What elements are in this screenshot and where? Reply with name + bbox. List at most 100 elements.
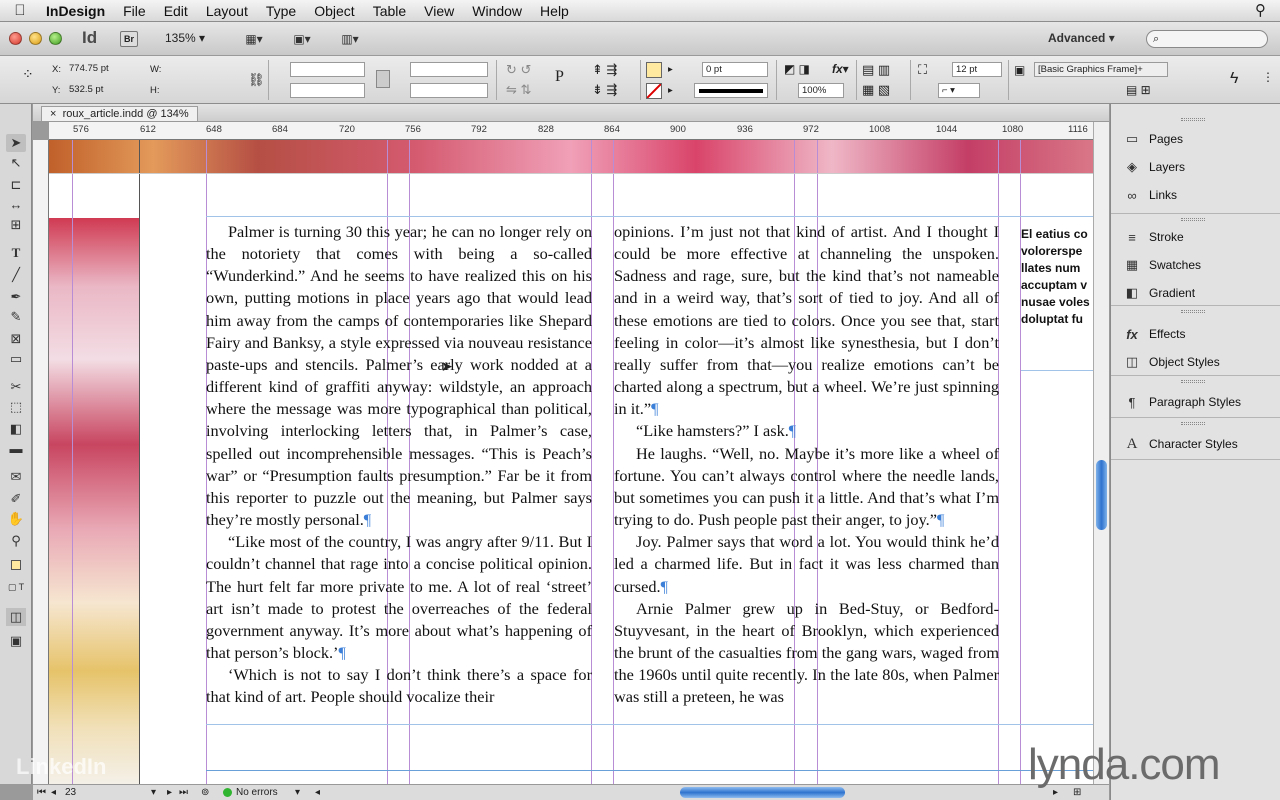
drop-shadow-icon[interactable]: ◩ ◨: [784, 62, 810, 76]
y-position-field[interactable]: 532.5 pt: [66, 83, 144, 98]
apple-icon[interactable]: : [0, 2, 40, 19]
scissors-tool-icon[interactable]: ✂: [6, 378, 26, 396]
panel-menu-icon[interactable]: ⋮: [1262, 70, 1274, 84]
menu-view[interactable]: View: [415, 0, 463, 22]
rectangle-tool-icon[interactable]: ▭: [6, 350, 26, 368]
side-artwork-image[interactable]: [49, 218, 139, 784]
close-icon[interactable]: ×: [50, 108, 56, 120]
stroke-menu-chevron-icon[interactable]: ▸: [668, 85, 673, 96]
effects-fx-icon[interactable]: fx▾: [832, 62, 849, 76]
quick-apply-icon[interactable]: ϟ: [1230, 70, 1238, 88]
corner-options-select[interactable]: ⌐ ▾: [938, 83, 980, 98]
flip-icon[interactable]: ⇋ ⇅: [506, 82, 531, 98]
fitting-icon[interactable]: ⛶: [918, 62, 927, 78]
menu-file[interactable]: File: [114, 0, 155, 22]
selection-tool-icon[interactable]: ➤: [6, 134, 26, 152]
panel-tab-links[interactable]: ∞ Links: [1121, 184, 1177, 206]
panel-tab-paragraph-styles[interactable]: ¶ Paragraph Styles: [1121, 391, 1242, 413]
scroll-left-icon[interactable]: ◂: [315, 785, 320, 800]
reference-point-icon[interactable]: ⁘: [22, 66, 34, 83]
formatting-affects-icon[interactable]: ▢ T: [6, 578, 26, 596]
zoom-level-select[interactable]: 135% ▾: [165, 31, 205, 45]
direct-selection-tool-icon[interactable]: ↖: [6, 154, 26, 172]
page-tool-icon[interactable]: ⊏: [6, 176, 26, 194]
menu-type[interactable]: Type: [257, 0, 305, 22]
help-search-input[interactable]: ⌕: [1146, 30, 1268, 48]
page-number-field[interactable]: 23: [65, 785, 76, 800]
scale-y-field[interactable]: [290, 83, 365, 98]
fill-stroke-swatches-icon[interactable]: [6, 558, 26, 576]
minimize-window-button[interactable]: [29, 32, 42, 45]
height-field[interactable]: [164, 83, 240, 98]
last-page-icon[interactable]: ⏭: [179, 785, 188, 800]
panel-tab-gradient[interactable]: ◧ Gradient: [1121, 282, 1195, 304]
object-style-select[interactable]: [Basic Graphics Frame]+: [1034, 62, 1168, 77]
select-content-icon[interactable]: ⇟ ⇶: [592, 82, 617, 98]
panel-tab-layers[interactable]: ◈ Layers: [1121, 156, 1185, 178]
workspace-switcher[interactable]: Advanced ▾: [1048, 31, 1115, 45]
content-collector-icon[interactable]: ⊞: [6, 216, 26, 234]
pencil-tool-icon[interactable]: ✎: [6, 308, 26, 326]
shear-field[interactable]: [410, 83, 488, 98]
panel-tab-pages[interactable]: ▭ Pages: [1121, 128, 1183, 150]
panel-grip-icon[interactable]: [1181, 118, 1205, 121]
screen-mode-button[interactable]: ▣▾: [284, 30, 320, 48]
menu-object[interactable]: Object: [305, 0, 363, 22]
menu-edit[interactable]: Edit: [155, 0, 197, 22]
hand-tool-icon[interactable]: ✋: [6, 510, 26, 528]
x-position-field[interactable]: 774.75 pt: [66, 62, 144, 77]
menu-window[interactable]: Window: [463, 0, 531, 22]
horizontal-ruler[interactable]: 576 612 648 684 720 756 792 828 864 900 …: [49, 122, 1093, 140]
gap-tool-icon[interactable]: ↔: [6, 196, 26, 214]
document-page[interactable]: Palmer is turning 30 this year; he can n…: [49, 140, 1093, 784]
rotation-field[interactable]: [410, 62, 488, 77]
panel-tab-effects[interactable]: fx Effects: [1121, 323, 1185, 345]
article-column-1[interactable]: Palmer is turning 30 this year; he can n…: [206, 221, 592, 708]
page-menu-chevron-icon[interactable]: ▾: [151, 785, 156, 800]
menu-layout[interactable]: Layout: [197, 0, 257, 22]
opacity-field[interactable]: 100%: [798, 83, 844, 98]
panel-tab-stroke[interactable]: ≡ Stroke: [1121, 226, 1183, 248]
open-document-icon[interactable]: ⊚: [201, 785, 209, 800]
article-column-2[interactable]: opinions. I’m just not that kind of arti…: [614, 221, 999, 708]
select-container-icon[interactable]: ⇞ ⇶: [592, 62, 617, 78]
free-transform-tool-icon[interactable]: ⬚: [6, 398, 26, 416]
gradient-swatch-tool-icon[interactable]: ◧: [6, 420, 26, 438]
constrain-scale-icon[interactable]: [376, 70, 390, 88]
clear-overrides-icon[interactable]: ▤ ⊞: [1126, 83, 1151, 97]
stroke-type-select[interactable]: [694, 83, 768, 98]
arrange-documents-button[interactable]: ▥▾: [332, 30, 368, 48]
bridge-button[interactable]: Br: [120, 31, 138, 47]
panel-tab-character-styles[interactable]: A Character Styles: [1121, 433, 1238, 455]
text-wrap-icon[interactable]: ▤ ▥: [862, 62, 890, 78]
panel-tab-swatches[interactable]: ▦ Swatches: [1121, 254, 1201, 276]
panel-grip-icon[interactable]: [1181, 422, 1205, 425]
vertical-scroll-thumb[interactable]: [1096, 460, 1107, 530]
menu-table[interactable]: Table: [364, 0, 415, 22]
view-options-button[interactable]: ▦▾: [236, 30, 272, 48]
document-tab[interactable]: × roux_article.indd @ 134%: [41, 106, 198, 121]
pen-tool-icon[interactable]: ✒: [6, 288, 26, 306]
width-field[interactable]: [164, 62, 240, 77]
spotlight-search-icon[interactable]: ⚲: [1255, 1, 1266, 19]
preflight-menu-chevron-icon[interactable]: ▾: [295, 785, 300, 800]
rotate-cw-icon[interactable]: ↻ ↺: [506, 62, 531, 78]
fill-swatch[interactable]: [646, 62, 662, 78]
screen-mode-icon[interactable]: ▣: [6, 632, 26, 650]
spacing-field[interactable]: 12 pt: [952, 62, 1002, 77]
preflight-status[interactable]: No errors: [236, 785, 278, 800]
line-tool-icon[interactable]: ╱: [6, 266, 26, 284]
zoom-tool-icon[interactable]: ⚲: [6, 532, 26, 550]
vertical-ruler[interactable]: [33, 140, 49, 784]
sidebar-text-frame[interactable]: El eatius co volorerspe llates num accup…: [1021, 226, 1093, 328]
wrap-options-icon[interactable]: ▦ ▧: [862, 82, 890, 98]
eyedropper-tool-icon[interactable]: ✐: [6, 490, 26, 508]
previous-page-icon[interactable]: ◂: [51, 785, 56, 800]
next-page-icon[interactable]: ▸: [167, 785, 172, 800]
fill-menu-chevron-icon[interactable]: ▸: [668, 64, 673, 75]
normal-view-icon[interactable]: ◫: [6, 608, 26, 626]
type-tool-icon[interactable]: T: [6, 244, 26, 262]
close-window-button[interactable]: [9, 32, 22, 45]
zoom-window-button[interactable]: [49, 32, 62, 45]
panel-tab-object-styles[interactable]: ◫ Object Styles: [1121, 351, 1220, 373]
